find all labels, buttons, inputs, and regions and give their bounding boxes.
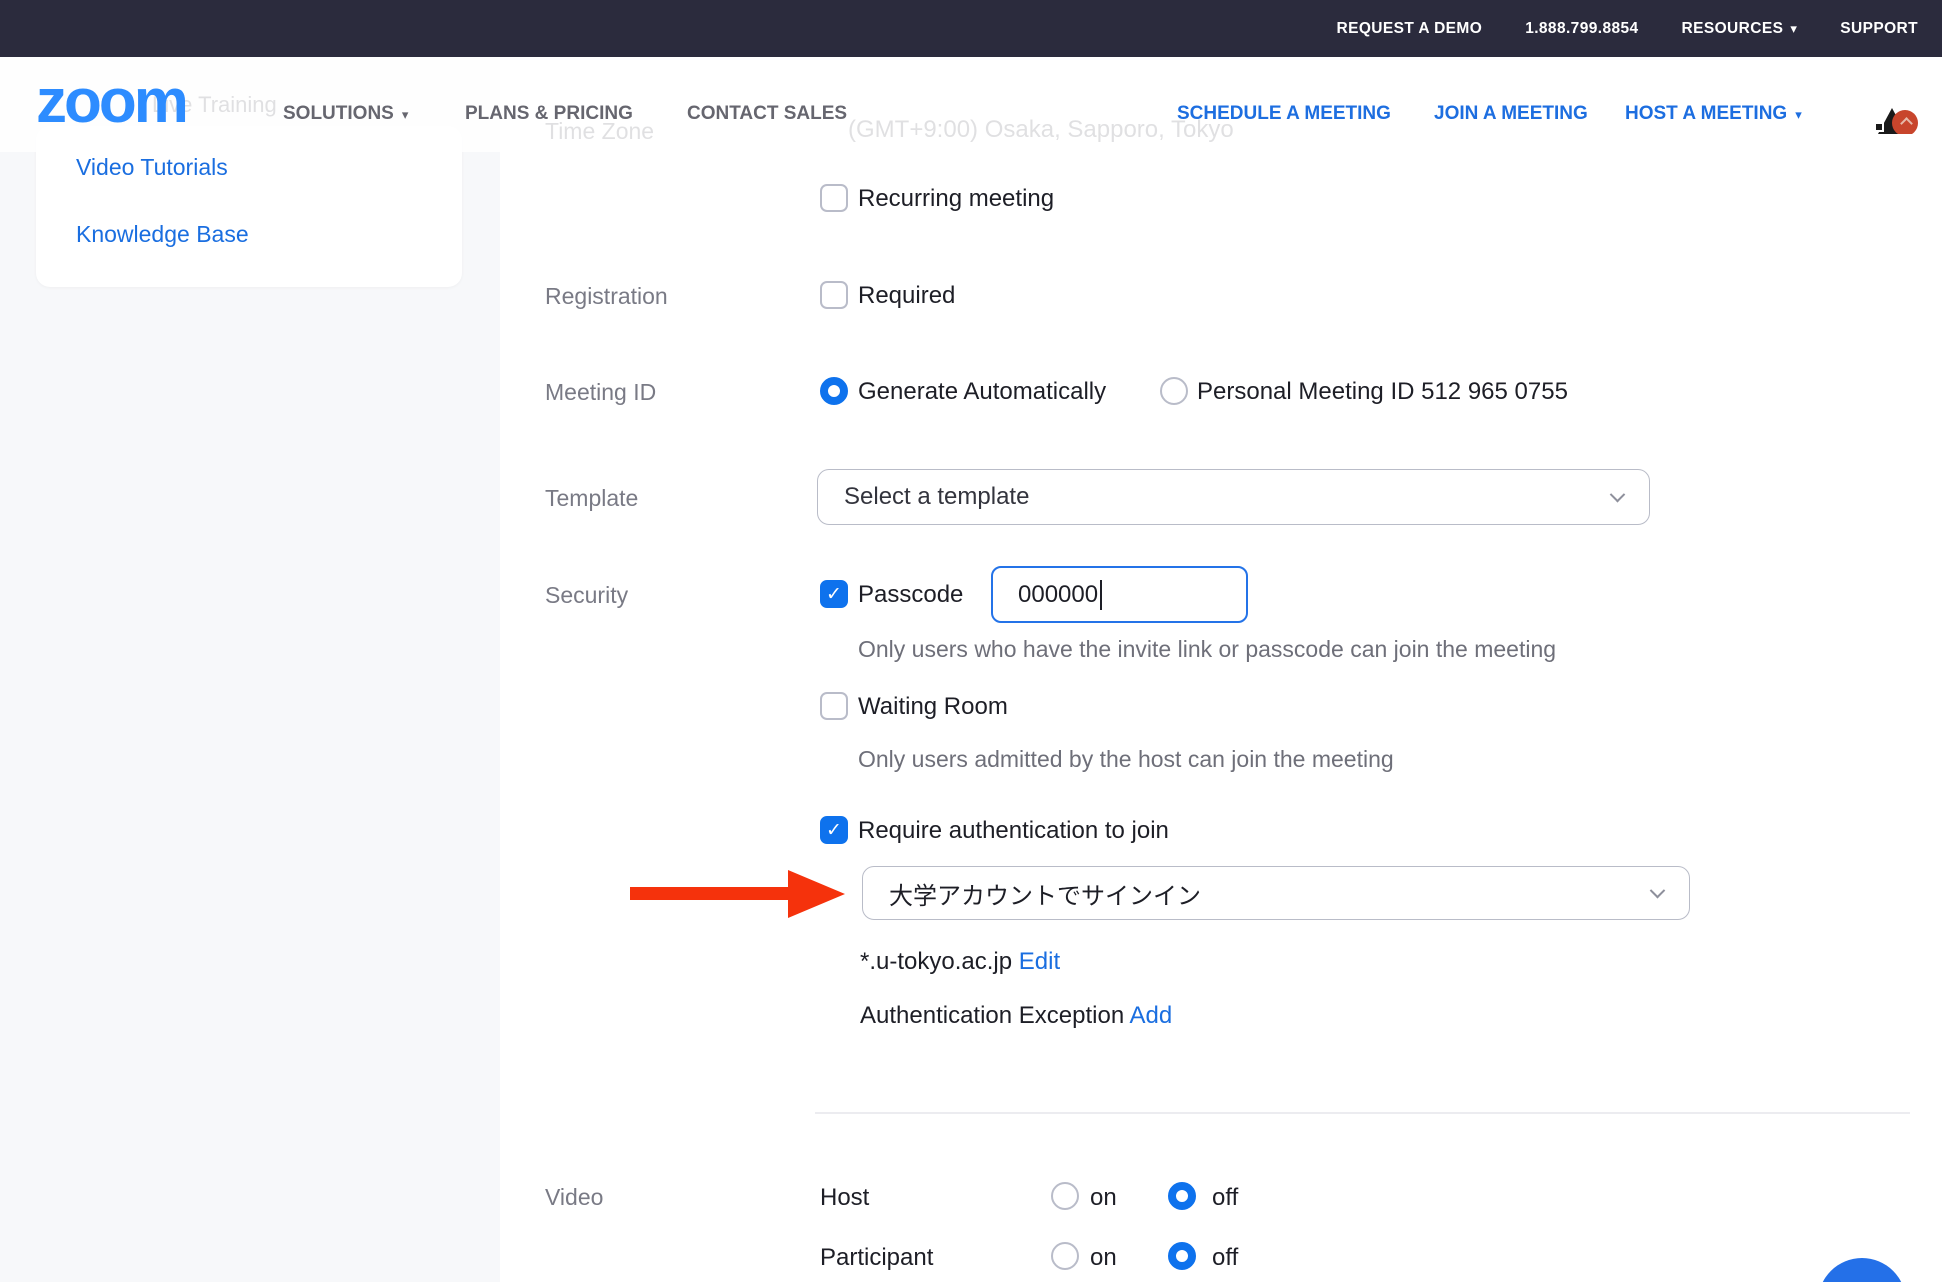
require-auth-label: Require authentication to join — [858, 817, 1169, 845]
meeting-id-generate-radio[interactable] — [820, 377, 848, 405]
support-link[interactable]: SUPPORT — [1840, 20, 1918, 38]
caret-down-icon: ▾ — [1790, 22, 1797, 35]
nav-solutions-menu[interactable]: SOLUTIONS ▾ — [283, 102, 408, 126]
avatar-square-shape — [1874, 122, 1884, 132]
waiting-room-label: Waiting Room — [858, 693, 1008, 721]
auth-domains-row: *.u-tokyo.ac.jp Edit — [860, 948, 1060, 976]
nav-plans-pricing-link[interactable]: PLANS & PRICING — [465, 102, 633, 126]
resources-label: RESOURCES — [1682, 20, 1784, 38]
registration-label: Registration — [545, 283, 668, 310]
profile-avatar[interactable] — [1872, 99, 1920, 134]
video-participant-off-label: off — [1212, 1244, 1238, 1272]
template-label: Template — [545, 485, 638, 512]
passcode-label: Passcode — [858, 581, 963, 609]
zoom-logo[interactable]: zoom — [36, 72, 186, 132]
video-host-off-label: off — [1212, 1184, 1238, 1212]
passcode-hint: Only users who have the invite link or p… — [858, 636, 1556, 663]
check-icon: ✓ — [826, 583, 842, 606]
sidebar-item-knowledge-base[interactable]: Knowledge Base — [76, 221, 249, 248]
video-label: Video — [545, 1184, 603, 1211]
waiting-room-checkbox[interactable] — [820, 692, 848, 720]
template-select[interactable]: Select a template — [817, 469, 1650, 525]
meeting-id-personal-label: Personal Meeting ID 512 965 0755 — [1197, 378, 1568, 406]
security-label: Security — [545, 582, 628, 609]
annotation-arrow-tail — [630, 887, 790, 900]
meeting-id-label: Meeting ID — [545, 379, 656, 406]
nav-host-meeting-label: HOST A MEETING — [1625, 102, 1787, 126]
nav-solutions-label: SOLUTIONS — [283, 102, 394, 126]
video-participant-on-label: on — [1090, 1244, 1117, 1272]
video-host-label: Host — [820, 1184, 869, 1212]
top-utility-bar: REQUEST A DEMO 1.888.799.8854 RESOURCES … — [0, 0, 1942, 57]
auth-domains-edit-link[interactable]: Edit — [1019, 948, 1060, 975]
section-divider — [815, 1112, 1910, 1114]
text-cursor — [1100, 580, 1102, 610]
waiting-room-hint: Only users admitted by the host can join… — [858, 746, 1394, 773]
sidebar-item-video-tutorials[interactable]: Video Tutorials — [76, 154, 228, 181]
auth-exception-add-link[interactable]: Add — [1130, 1002, 1173, 1029]
check-icon: ✓ — [826, 819, 842, 842]
page: Live Training Time Zone (GMT+9:00) Osaka… — [0, 0, 1942, 1282]
phone-number-link[interactable]: 1.888.799.8854 — [1525, 20, 1638, 38]
video-participant-label: Participant — [820, 1244, 933, 1272]
chevron-down-icon — [1610, 486, 1626, 502]
request-demo-link[interactable]: REQUEST A DEMO — [1337, 20, 1483, 38]
passcode-input[interactable]: 000000 — [991, 566, 1248, 623]
template-select-value: Select a template — [844, 483, 1029, 511]
nav-join-meeting-link[interactable]: JOIN A MEETING — [1434, 102, 1588, 126]
meeting-id-personal-radio[interactable] — [1160, 377, 1188, 405]
passcode-value: 000000 — [1018, 581, 1098, 609]
auth-domains-value: *.u-tokyo.ac.jp — [860, 948, 1012, 975]
annotation-arrow-icon — [788, 870, 845, 918]
nav-host-meeting-menu[interactable]: HOST A MEETING ▾ — [1625, 102, 1802, 126]
nav-schedule-meeting-link[interactable]: SCHEDULE A MEETING — [1177, 102, 1391, 126]
passcode-checkbox[interactable]: ✓ — [820, 580, 848, 608]
auth-method-select[interactable]: 大学アカウントでサインイン — [862, 866, 1690, 920]
meeting-id-generate-label: Generate Automatically — [858, 378, 1106, 406]
video-host-on-radio[interactable] — [1051, 1182, 1079, 1210]
video-participant-off-radio[interactable] — [1168, 1242, 1196, 1270]
caret-down-icon: ▾ — [402, 108, 409, 121]
registration-required-checkbox[interactable] — [820, 281, 848, 309]
video-participant-on-radio[interactable] — [1051, 1242, 1079, 1270]
auth-method-value: 大学アカウントでサインイン — [889, 876, 1201, 911]
auth-exception-label: Authentication Exception — [860, 1002, 1124, 1029]
recurring-meeting-label: Recurring meeting — [858, 185, 1054, 213]
video-host-on-label: on — [1090, 1184, 1117, 1212]
help-fab-button[interactable] — [1818, 1258, 1906, 1282]
nav-contact-sales-link[interactable]: CONTACT SALES — [687, 102, 847, 126]
resources-menu[interactable]: RESOURCES ▾ — [1682, 20, 1798, 38]
registration-required-label: Required — [858, 282, 955, 310]
chevron-down-icon — [1650, 882, 1666, 898]
caret-down-icon: ▾ — [1795, 108, 1802, 121]
require-auth-checkbox[interactable]: ✓ — [820, 816, 848, 844]
video-host-off-radio[interactable] — [1168, 1182, 1196, 1210]
auth-exception-row: Authentication Exception Add — [860, 1002, 1172, 1030]
recurring-meeting-checkbox[interactable] — [820, 184, 848, 212]
